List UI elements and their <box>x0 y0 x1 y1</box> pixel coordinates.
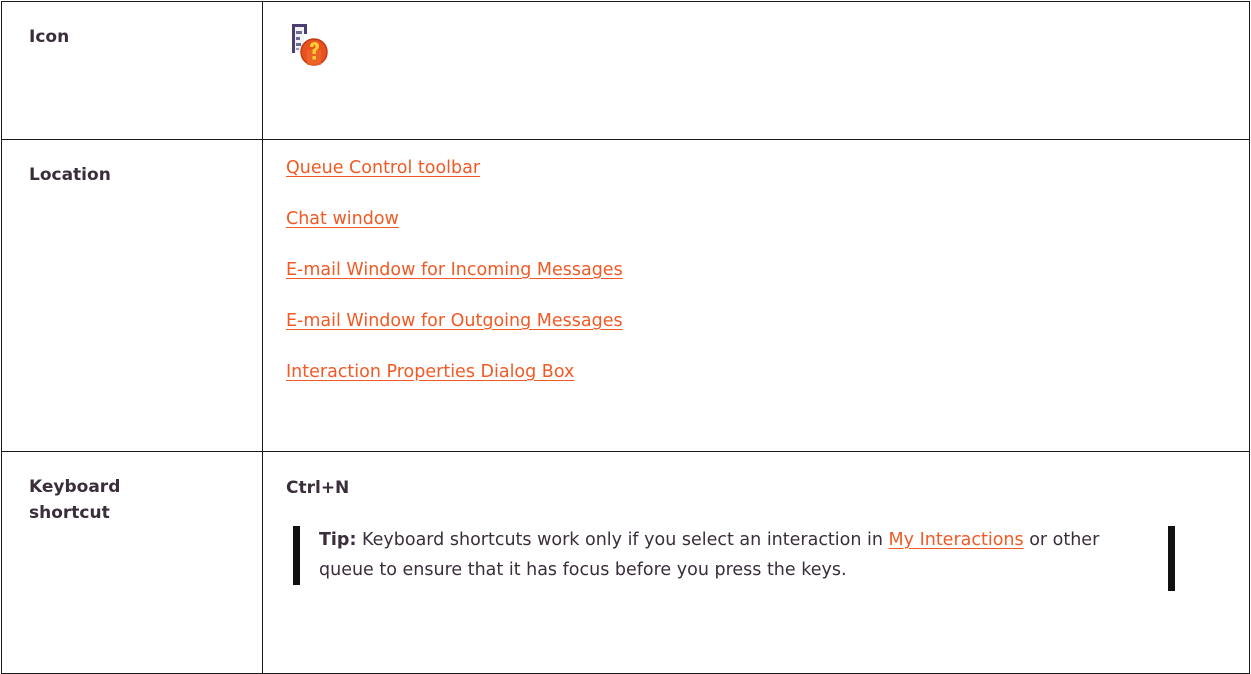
link-interaction-properties[interactable]: Interaction Properties Dialog Box <box>286 358 1249 386</box>
keyboard-row: Keyboard shortcut Ctrl+N Tip: Keyboard s… <box>1 451 1250 674</box>
tip-box: Tip: Keyboard shortcuts work only if you… <box>293 518 1175 591</box>
tip-right-bar <box>1168 526 1175 591</box>
tip-left-bar <box>293 526 300 585</box>
keyboard-label-line2: shortcut <box>29 503 110 523</box>
link-my-interactions[interactable]: My Interactions <box>889 530 1024 550</box>
properties-table: Icon Location Queue Control toolbar Chat… <box>1 1 1250 674</box>
keyboard-row-value: Ctrl+N Tip: Keyboard shortcuts work only… <box>262 451 1250 674</box>
link-email-incoming[interactable]: E-mail Window for Incoming Messages <box>286 256 1249 284</box>
link-chat-window[interactable]: Chat window <box>286 205 1249 233</box>
icon-row-label: Icon <box>1 1 263 140</box>
keyboard-shortcut: Ctrl+N <box>286 478 350 498</box>
link-queue-control-toolbar[interactable]: Queue Control toolbar <box>286 154 1249 182</box>
tip-text-before: Keyboard shortcuts work only if you sele… <box>356 530 889 550</box>
help-question-icon <box>286 23 332 69</box>
icon-row: Icon <box>1 1 1250 140</box>
keyboard-row-label: Keyboard shortcut <box>1 451 263 674</box>
icon-row-value <box>262 1 1250 140</box>
link-email-outgoing[interactable]: E-mail Window for Outgoing Messages <box>286 307 1249 335</box>
location-row: Location Queue Control toolbar Chat wind… <box>1 139 1250 452</box>
location-row-value: Queue Control toolbar Chat window E-mail… <box>262 139 1250 452</box>
tip-label: Tip: <box>319 530 357 550</box>
location-link-list: Queue Control toolbar Chat window E-mail… <box>286 154 1249 386</box>
keyboard-label-line1: Keyboard <box>29 477 121 497</box>
location-row-label: Location <box>1 139 263 452</box>
